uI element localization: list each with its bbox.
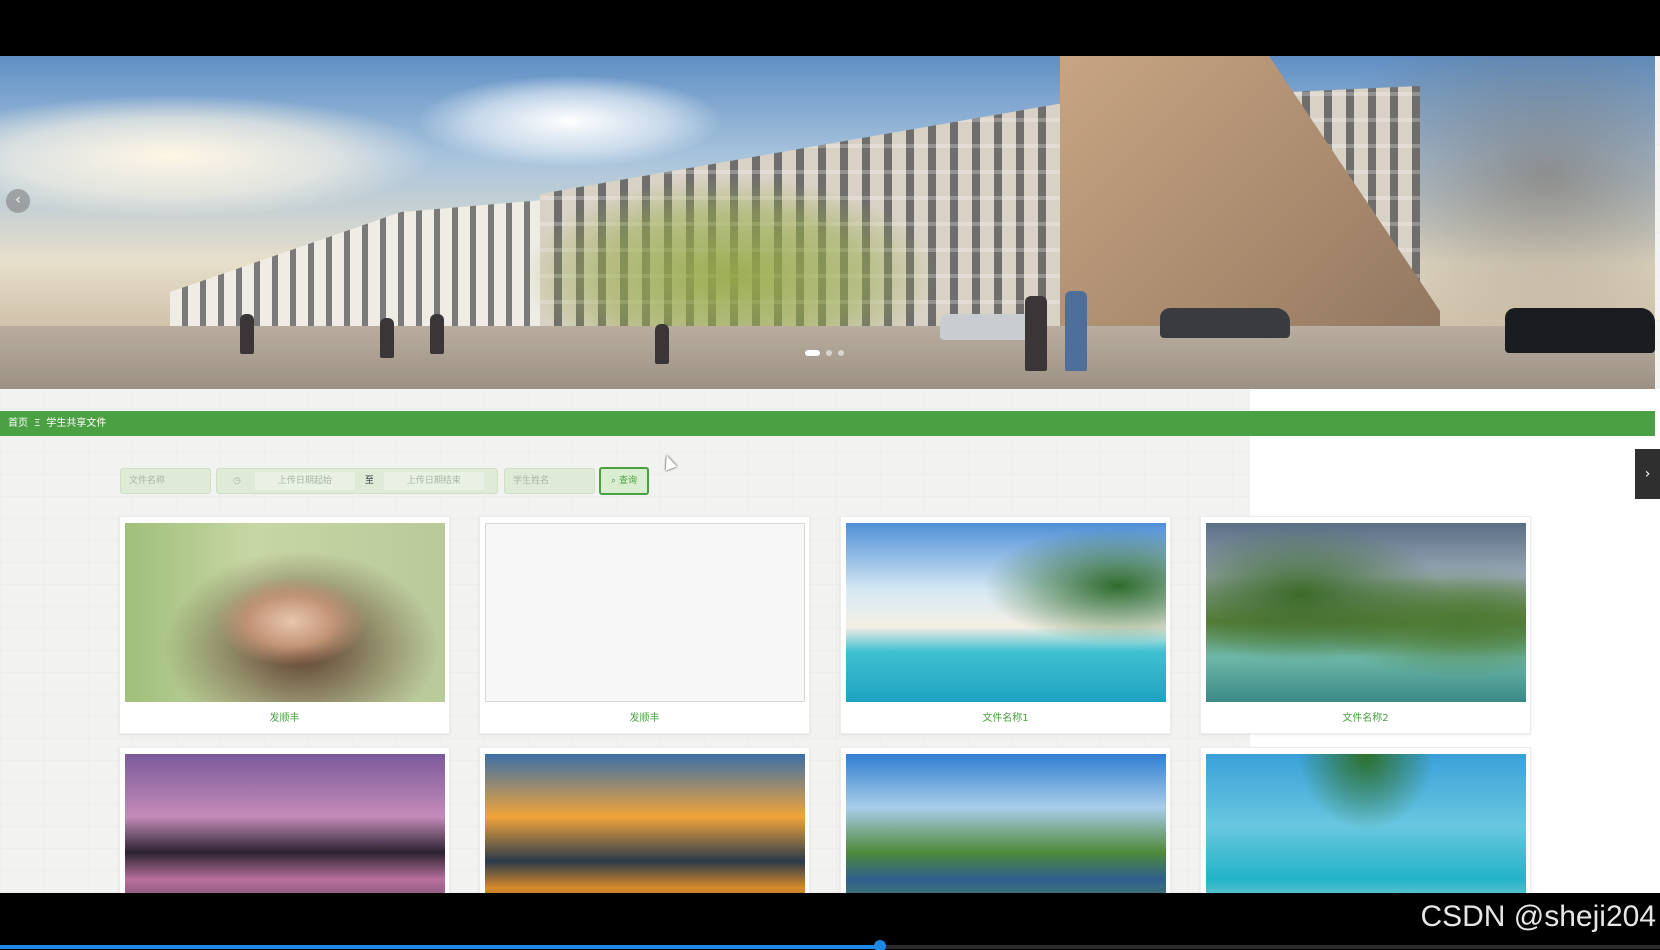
file-card[interactable]: 文件名称2 <box>1200 516 1531 734</box>
file-name-input[interactable]: 文件名称 <box>120 468 211 494</box>
carousel-dot[interactable] <box>838 350 844 356</box>
file-thumbnail[interactable] <box>1206 754 1526 893</box>
carousel-dot[interactable] <box>826 350 832 356</box>
banner-cloud <box>0 96 430 216</box>
date-start-input[interactable]: 上传日期起始 <box>254 472 355 490</box>
carousel-dot[interactable] <box>805 350 820 356</box>
video-progress-handle[interactable] <box>873 940 886 950</box>
banner-person <box>1065 291 1087 371</box>
query-button-label: 查询 <box>618 476 637 486</box>
carousel-prev-button[interactable]: ‹ <box>6 189 30 213</box>
file-thumbnail[interactable] <box>1206 523 1526 702</box>
date-end-input[interactable]: 上传日期结束 <box>383 472 484 490</box>
date-separator: 至 <box>364 476 374 486</box>
banner-car <box>1160 308 1290 338</box>
file-card[interactable] <box>479 747 810 893</box>
file-card[interactable] <box>119 747 450 893</box>
video-progress-fill <box>0 945 880 949</box>
banner-person <box>655 324 669 364</box>
file-card[interactable]: 发顺丰 <box>479 516 810 734</box>
upload-date-range[interactable]: ◷ 上传日期起始 至 上传日期结束 <box>216 468 498 494</box>
banner-person <box>1025 296 1047 371</box>
page-viewport: ‹ 首页 Ξ 学生共享文件 文件名称 ◷ 上传日期起始 至 上传日期结束 学生姓… <box>0 56 1660 893</box>
clock-icon: ◷ <box>233 476 241 486</box>
breadcrumb-separator-icon: Ξ <box>34 418 41 429</box>
carousel-indicators <box>805 350 844 356</box>
breadcrumb: 首页 Ξ 学生共享文件 <box>0 411 1655 436</box>
search-icon: ⌕ <box>611 476 617 486</box>
banner-person <box>240 314 254 354</box>
student-name-input[interactable]: 学生姓名 <box>504 468 595 494</box>
file-card[interactable] <box>1200 747 1531 893</box>
banner-car <box>1505 308 1655 353</box>
file-title[interactable]: 文件名称1 <box>841 709 1170 724</box>
query-button[interactable]: ⌕ 查询 <box>599 467 649 495</box>
file-card[interactable] <box>840 747 1171 893</box>
banner-person <box>430 314 444 354</box>
file-title[interactable]: 发顺丰 <box>480 709 809 724</box>
breadcrumb-current: 学生共享文件 <box>46 418 107 429</box>
watermark: CSDN @sheji204 <box>1420 900 1656 933</box>
file-thumbnail[interactable] <box>125 523 445 702</box>
file-thumbnail[interactable] <box>846 754 1166 893</box>
breadcrumb-home[interactable]: 首页 <box>8 411 28 436</box>
banner-cloud <box>420 76 720 166</box>
search-bar: 文件名称 ◷ 上传日期起始 至 上传日期结束 学生姓名 ⌕ 查询 <box>120 467 649 495</box>
file-thumbnail[interactable] <box>485 754 805 893</box>
file-card[interactable]: 文件名称1 <box>840 516 1171 734</box>
side-expand-button[interactable]: › <box>1635 449 1660 499</box>
banner-carousel[interactable]: ‹ <box>0 56 1655 389</box>
file-title[interactable]: 发顺丰 <box>120 709 449 724</box>
file-thumbnail[interactable] <box>846 523 1166 702</box>
file-title[interactable]: 文件名称2 <box>1201 709 1530 724</box>
broken-image-icon[interactable] <box>485 523 805 702</box>
banner-person <box>380 318 394 358</box>
file-card[interactable]: 发顺丰 <box>119 516 450 734</box>
file-thumbnail[interactable] <box>125 754 445 893</box>
